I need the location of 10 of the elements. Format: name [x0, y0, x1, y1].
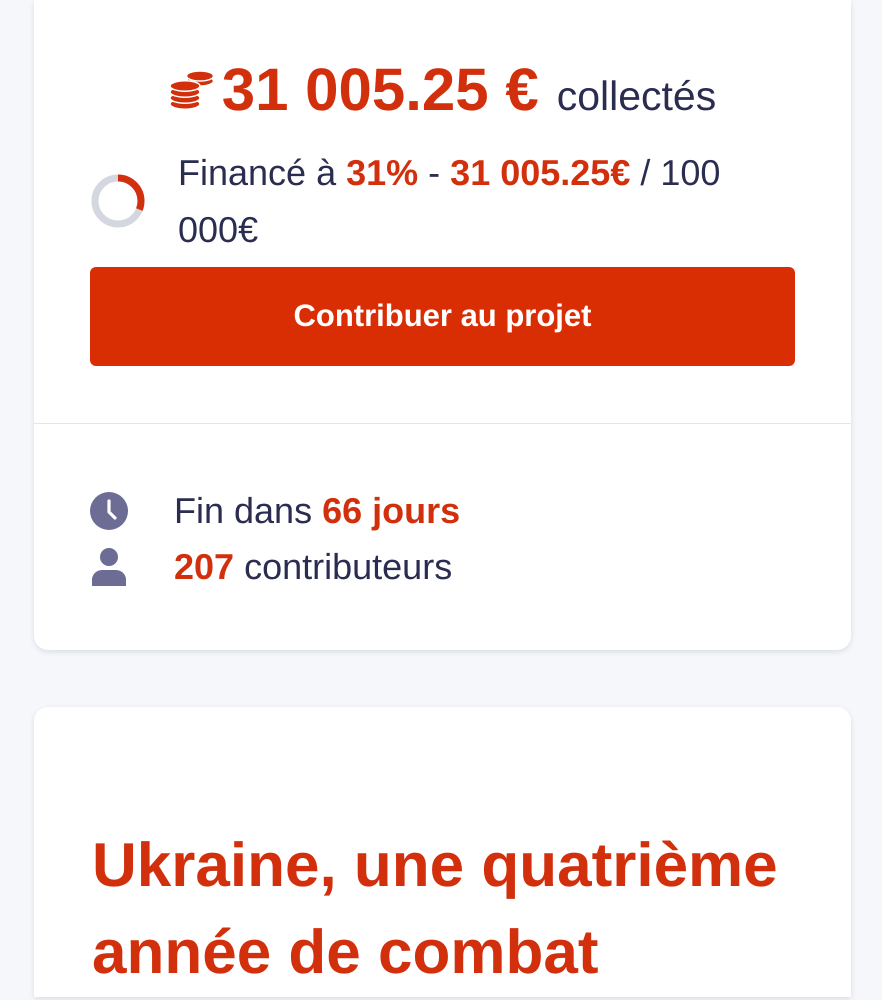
- funding-progress-text: Financé à 31% - 31 005.25€ / 100 000€: [178, 151, 722, 252]
- coins-icon: [168, 70, 215, 110]
- contributors-text: 207 contributeurs: [174, 545, 452, 589]
- person-icon: [92, 548, 126, 586]
- article-title: Ukraine, une quatrième année de combat: [92, 830, 779, 989]
- clock-icon: [90, 492, 128, 530]
- contribute-button[interactable]: Contribuer au projet: [90, 267, 795, 366]
- collected-label: collectés: [556, 72, 716, 121]
- time-remaining-text: Fin dans 66 jours: [174, 489, 460, 533]
- collected-amount: 31 005.25 €: [222, 55, 539, 125]
